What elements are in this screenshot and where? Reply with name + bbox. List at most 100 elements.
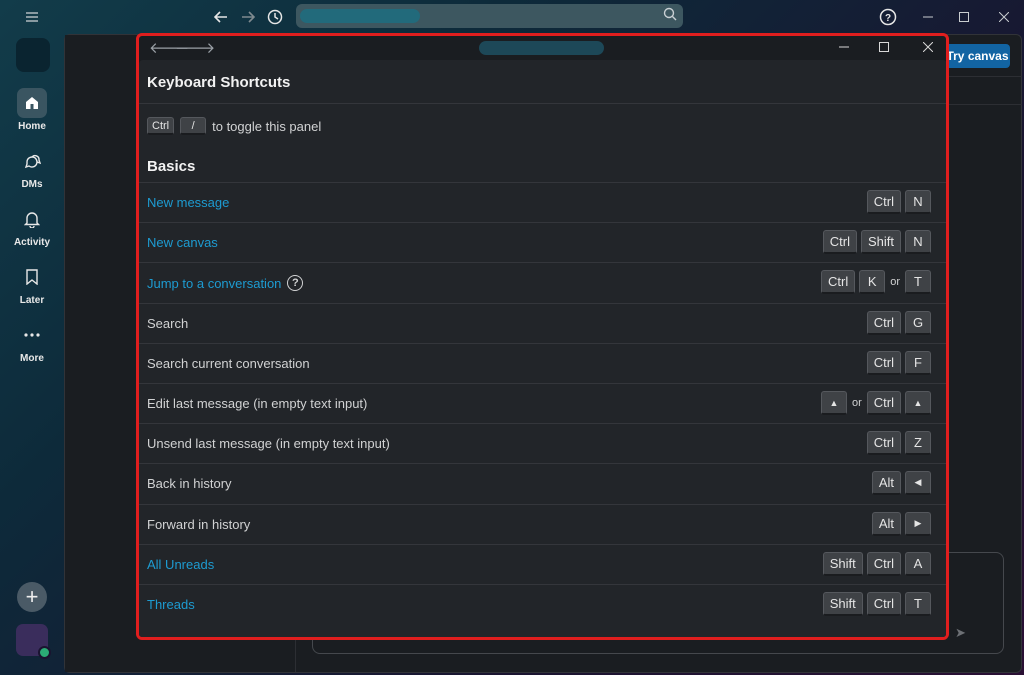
shortcuts-panel: Keyboard Shortcuts Ctrl / to toggle this… [139,60,946,637]
shortcut-link[interactable]: Jump to a conversation? [147,275,304,292]
header-divider [139,103,946,104]
rail-item-label: More [20,353,44,364]
arrow-right-icon[interactable] [237,6,259,28]
arrow-left-icon[interactable] [210,6,232,28]
shortcut-label-text: Unsend last message (in empty text input… [147,436,390,452]
shortcut-row: Search Ctrl G [139,302,946,343]
key-cap: Shift [822,551,863,576]
search-query-highlight [300,9,420,23]
help-circle-icon[interactable]: ? [287,275,304,292]
try-canvas-button[interactable]: Try canvas [945,44,1010,68]
shortcut-label-text: Edit last message (in empty text input) [147,396,368,411]
key-cap: Ctrl [147,117,175,135]
help-circle-icon[interactable]: ? [877,6,899,28]
shortcut-label: Search current conversation [147,356,310,371]
svg-text:?: ? [885,13,891,24]
key-cap: F [905,350,931,375]
shortcut-row: Search current conversation Ctrl F [139,342,946,383]
key-cap: T [905,592,931,616]
shortcut-row: Jump to a conversation? Ctrl Kor T [139,262,946,302]
shortcut-row: Threads Shift Ctrl T [139,584,946,624]
send-icon[interactable]: ➤ [955,625,966,641]
key-cap: Ctrl [866,391,901,415]
maximize-window-icon[interactable] [872,36,896,58]
plus-icon[interactable]: + [17,582,47,612]
key-cap: Alt [871,511,901,536]
keyboard-shortcuts-window: 🡐 🡒 Keyboard Shortcuts Ctrl / to toggle … [136,33,949,640]
shortcut-label-text: Search current conversation [147,355,310,371]
rail-item-activity[interactable]: Activity [0,204,64,248]
close-window-icon[interactable] [993,6,1015,28]
clock-icon[interactable] [264,6,286,28]
key-cap: ▲ [905,391,931,415]
key-cap: Ctrl [866,310,901,335]
page-title: Keyboard Shortcuts [147,74,291,91]
rail-item-label: Activity [13,237,51,248]
presence-dot [38,646,51,659]
or-separator: or [852,397,862,409]
key-cap: Z [905,431,931,456]
shortcut-label: Search [147,316,188,331]
rail-item-label: DMs [21,179,43,190]
shortcut-keys: Ctrl F [866,350,931,375]
key-cap: Ctrl [866,350,901,375]
shortcut-row: New canvas Ctrl Shift N [139,222,946,262]
key-cap: Ctrl [822,230,857,255]
key-cap: ▲ [821,391,847,415]
workspace-logo[interactable] [16,38,50,72]
key-cap: A [905,551,931,576]
search-icon[interactable] [663,7,677,24]
arrow-right-icon[interactable]: 🡒 [175,38,215,57]
key-cap: T [905,270,931,295]
key-cap: Ctrl [821,270,856,295]
minimize-window-icon[interactable] [832,36,856,58]
more-icon [17,320,47,350]
shortcut-row: Unsend last message (in empty text input… [139,423,946,463]
key-cap: N [905,190,931,214]
hamburger-icon[interactable] [21,6,43,28]
shortcut-label: Back in history [147,476,232,491]
rail-item-home[interactable]: Home [0,88,64,132]
shortcut-keys: ▲ or Ctrl ▲ [821,391,931,415]
avatar[interactable] [16,624,51,659]
shortcut-link[interactable]: New message [147,195,229,210]
close-window-icon[interactable] [916,36,940,58]
key-cap: ▶ [905,511,931,536]
key-cap: G [905,310,931,335]
shortcut-row: Back in history Alt ◀ [139,463,946,503]
shortcut-label-text: Back in history [147,476,232,492]
shortcut-row: All Unreads Shift Ctrl A [139,543,946,584]
shortcut-link[interactable]: New canvas [147,235,218,250]
shortcut-label: Edit last message (in empty text input) [147,396,367,411]
shortcut-keys: Alt ▶ [871,511,931,536]
section-title: Basics [147,158,196,175]
rail-item-dms[interactable]: DMs [0,146,64,190]
shortcut-keys: Ctrl G [866,310,931,335]
shortcut-link[interactable]: Threads [147,597,195,612]
toggle-hint: Ctrl / to toggle this panel [147,117,321,135]
rail-item-label: Home [18,121,46,132]
key-cap: N [905,230,931,255]
bookmark-icon [17,262,47,292]
shortcut-label-text: All Unreads [147,556,215,572]
shortcut-keys: Shift Ctrl T [822,592,931,616]
shortcut-row: Forward in history Alt ▶ [139,503,946,544]
shortcut-label-text: New message [147,195,230,210]
maximize-window-icon[interactable] [953,6,975,28]
shortcut-link[interactable]: All Unreads [147,557,214,572]
key-cap: Ctrl [866,551,901,576]
key-cap: Ctrl [866,431,901,456]
modal-title-pill [479,41,604,55]
minimize-window-icon[interactable] [917,6,939,28]
shortcut-label-text: Threads [147,597,195,612]
app-titlebar: ? [0,0,1024,34]
bell-icon [17,204,47,234]
search-input[interactable] [296,4,683,28]
shortcut-label-text: Forward in history [147,516,251,532]
shortcut-label-text: New canvas [147,235,218,251]
rail-item-later[interactable]: Later [0,262,64,306]
key-cap: Shift [822,592,863,616]
rail-item-more[interactable]: More [0,320,64,364]
shortcut-label-text: Jump to a conversation [147,275,282,291]
home-icon [17,88,47,118]
